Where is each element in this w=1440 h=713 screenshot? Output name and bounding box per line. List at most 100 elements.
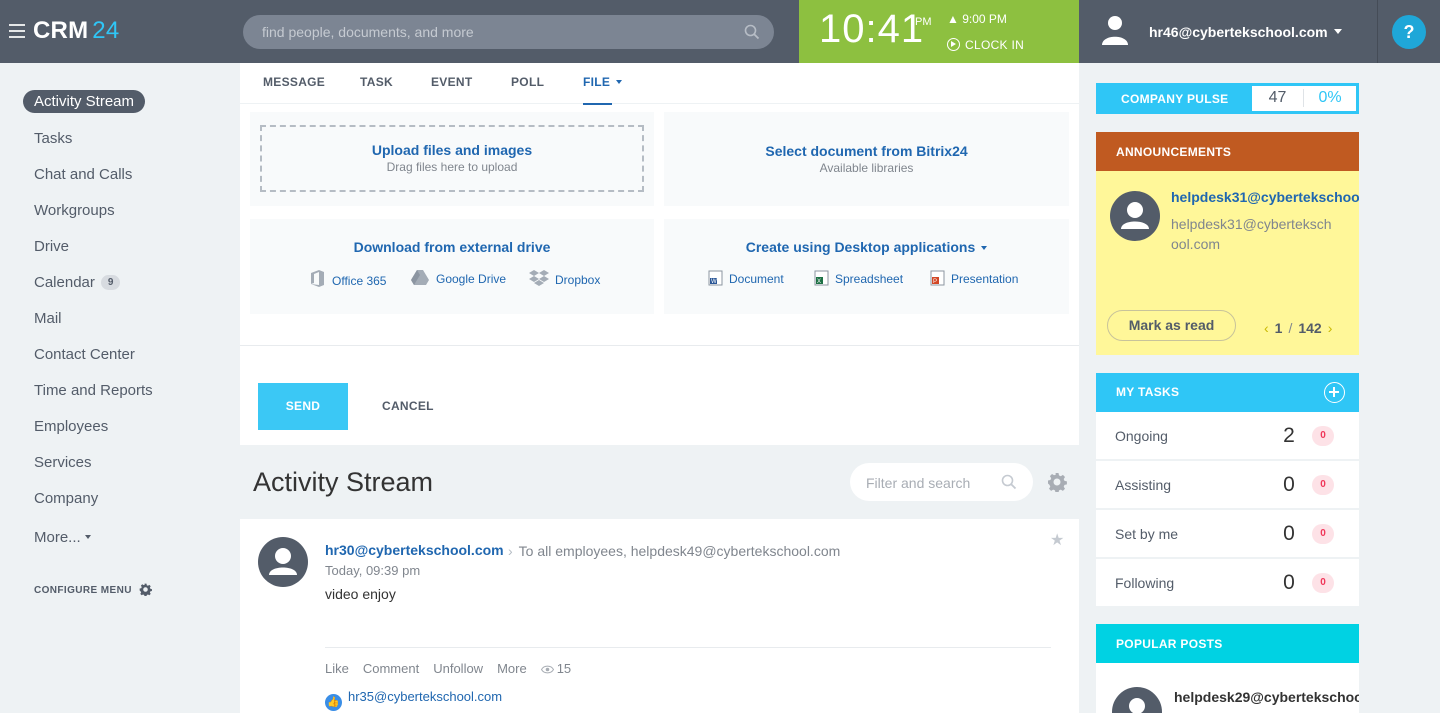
alarm-time: ▲ 9:00 PM	[947, 12, 1007, 26]
post-time[interactable]: Today, 09:39 pm	[325, 563, 420, 578]
task-row-assisting[interactable]: Assisting 0 0	[1096, 461, 1359, 509]
star-icon[interactable]: ★	[1050, 530, 1064, 550]
create-document-link[interactable]: W Document	[708, 270, 784, 286]
post-author-link[interactable]: hr30@cybertekschool.com	[325, 542, 504, 558]
gear-icon	[139, 583, 152, 596]
desktop-apps-panel: Create using Desktop applications W Docum…	[664, 219, 1069, 314]
feed-post: hr30@cybertekschool.com › To all employee…	[240, 519, 1079, 713]
user-menu[interactable]: hr46@cybertekschool.com	[1079, 0, 1377, 63]
send-button[interactable]: SEND	[258, 383, 348, 430]
nav-item-activity-stream[interactable]: Activity Stream	[23, 90, 146, 113]
announcement-title[interactable]: helpdesk31@cybertekschool	[1171, 189, 1359, 205]
composer-tabs: MESSAGE TASK EVENT POLL FILE	[240, 63, 1079, 105]
help-button[interactable]: ?	[1392, 15, 1426, 49]
divider	[325, 647, 1051, 648]
upload-panel[interactable]: Upload files and images Drag files here …	[250, 112, 654, 206]
nav-item-tasks[interactable]: Tasks	[34, 130, 72, 147]
page-title: Activity Stream	[253, 467, 434, 497]
nav-item-contact-center[interactable]: Contact Center	[34, 346, 135, 363]
left-navigation: Activity Stream Tasks Chat and Calls Wor…	[0, 63, 240, 713]
create-presentation-link[interactable]: P Presentation	[930, 270, 1018, 286]
user-icon	[1129, 698, 1145, 713]
comment-button[interactable]: Comment	[363, 661, 419, 676]
tab-message[interactable]: MESSAGE	[263, 75, 325, 89]
task-label: Ongoing	[1115, 428, 1168, 444]
upload-drop-zone[interactable]	[260, 125, 644, 192]
my-tasks-label[interactable]: MY TASKS	[1116, 385, 1179, 399]
spreadsheet-label: Spreadsheet	[835, 272, 904, 286]
views-counter: 15	[540, 661, 585, 676]
search-input[interactable]: find people, documents, and more	[243, 15, 774, 49]
more-button[interactable]: More	[497, 661, 527, 676]
clock-in-button[interactable]: CLOCK IN	[947, 38, 1024, 52]
nav-item-calendar[interactable]: Calendar 9	[34, 274, 121, 291]
nav-item-time-and-reports[interactable]: Time and Reports	[34, 382, 153, 399]
create-spreadsheet-link[interactable]: X Spreadsheet	[814, 270, 903, 286]
liked-by-user-link[interactable]: hr35@cybertekschool.com	[348, 689, 502, 704]
desktop-apps-title[interactable]: Create using Desktop applications	[664, 239, 1069, 255]
unfollow-button[interactable]: Unfollow	[433, 661, 483, 676]
nav-item-mail[interactable]: Mail	[34, 310, 62, 327]
add-task-icon[interactable]	[1324, 382, 1345, 403]
company-pulse-percent: 0%	[1318, 89, 1342, 106]
logo-text: CRM	[33, 17, 89, 44]
pager-current: 1	[1274, 320, 1283, 336]
nav-item-workgroups[interactable]: Workgroups	[34, 202, 115, 219]
upload-subtitle: Drag files here to upload	[386, 160, 518, 174]
cancel-button[interactable]: CANCEL	[382, 399, 434, 413]
task-expired-badge: 0	[1312, 573, 1334, 593]
task-row-set-by-me[interactable]: Set by me 0 0	[1096, 510, 1359, 558]
filter-search-input[interactable]: Filter and search	[850, 463, 1033, 501]
task-row-ongoing[interactable]: Ongoing 2 0	[1096, 412, 1359, 460]
dropbox-link[interactable]: Dropbox	[529, 269, 600, 287]
like-button[interactable]: Like	[325, 661, 349, 676]
tab-task[interactable]: TASK	[360, 75, 393, 89]
logo[interactable]: CRM 24	[33, 17, 119, 45]
chevron-down-icon	[84, 535, 91, 539]
task-count: 0	[1283, 473, 1295, 496]
configure-menu-button[interactable]: CONFIGURE MENU	[34, 583, 152, 596]
nav-item-services[interactable]: Services	[34, 454, 92, 471]
tab-file[interactable]: FILE	[583, 75, 623, 105]
announcement-card: helpdesk31@cybertekschool helpdesk31@cyb…	[1096, 171, 1359, 355]
google-drive-link[interactable]: Google Drive	[410, 269, 506, 286]
spreadsheet-icon: X	[814, 270, 829, 286]
nav-item-employees[interactable]: Employees	[34, 418, 108, 435]
popular-post-card: helpdesk29@cybertekschoo	[1096, 663, 1359, 713]
select-document-title[interactable]: Select document from Bitrix24	[664, 143, 1069, 159]
configure-menu-label: CONFIGURE MENU	[34, 585, 132, 596]
select-document-panel[interactable]: Select document from Bitrix24 Available …	[664, 112, 1069, 206]
nav-item-company[interactable]: Company	[34, 490, 98, 507]
nav-item-chat-and-calls[interactable]: Chat and Calls	[34, 166, 132, 183]
chevron-right-icon[interactable]: ›	[1328, 320, 1333, 336]
upload-title[interactable]: Upload files and images	[250, 142, 654, 158]
pager-total: 142	[1298, 320, 1322, 336]
avatar[interactable]	[1110, 191, 1160, 241]
search-icon[interactable]	[744, 24, 760, 40]
office365-link[interactable]: Office 365	[309, 269, 386, 288]
clock-in-label: CLOCK IN	[965, 38, 1025, 52]
tab-file-label: FILE	[583, 75, 611, 89]
chevron-down-icon	[616, 80, 623, 84]
play-icon	[947, 38, 960, 51]
nav-item-more[interactable]: More...	[34, 529, 91, 546]
mark-as-read-button[interactable]: Mark as read	[1107, 310, 1236, 341]
company-pulse-widget[interactable]: COMPANY PULSE 47 0%	[1096, 83, 1359, 114]
nav-item-drive[interactable]: Drive	[34, 238, 69, 255]
search-icon[interactable]	[1001, 474, 1017, 490]
select-document-subtitle: Available libraries	[819, 161, 914, 175]
task-label: Set by me	[1115, 526, 1179, 542]
task-row-following[interactable]: Following 0 0	[1096, 559, 1359, 607]
popular-post-author[interactable]: helpdesk29@cybertekschoo	[1174, 689, 1359, 705]
clock-time: 10:41	[819, 7, 925, 51]
clock-widget[interactable]: 10:41 PM ▲ 9:00 PM CLOCK IN	[799, 0, 1079, 63]
post-actions: Like Comment Unfollow More 15	[325, 661, 599, 676]
tab-poll[interactable]: POLL	[511, 75, 544, 89]
avatar[interactable]	[258, 537, 308, 587]
chevron-left-icon[interactable]: ‹	[1264, 320, 1269, 336]
tab-event[interactable]: EVENT	[431, 75, 473, 89]
post-recipients: › To all employees, helpdesk49@cyberteksc…	[508, 543, 840, 559]
menu-icon[interactable]	[9, 24, 25, 38]
gear-icon[interactable]	[1047, 472, 1067, 492]
avatar[interactable]	[1112, 687, 1162, 713]
